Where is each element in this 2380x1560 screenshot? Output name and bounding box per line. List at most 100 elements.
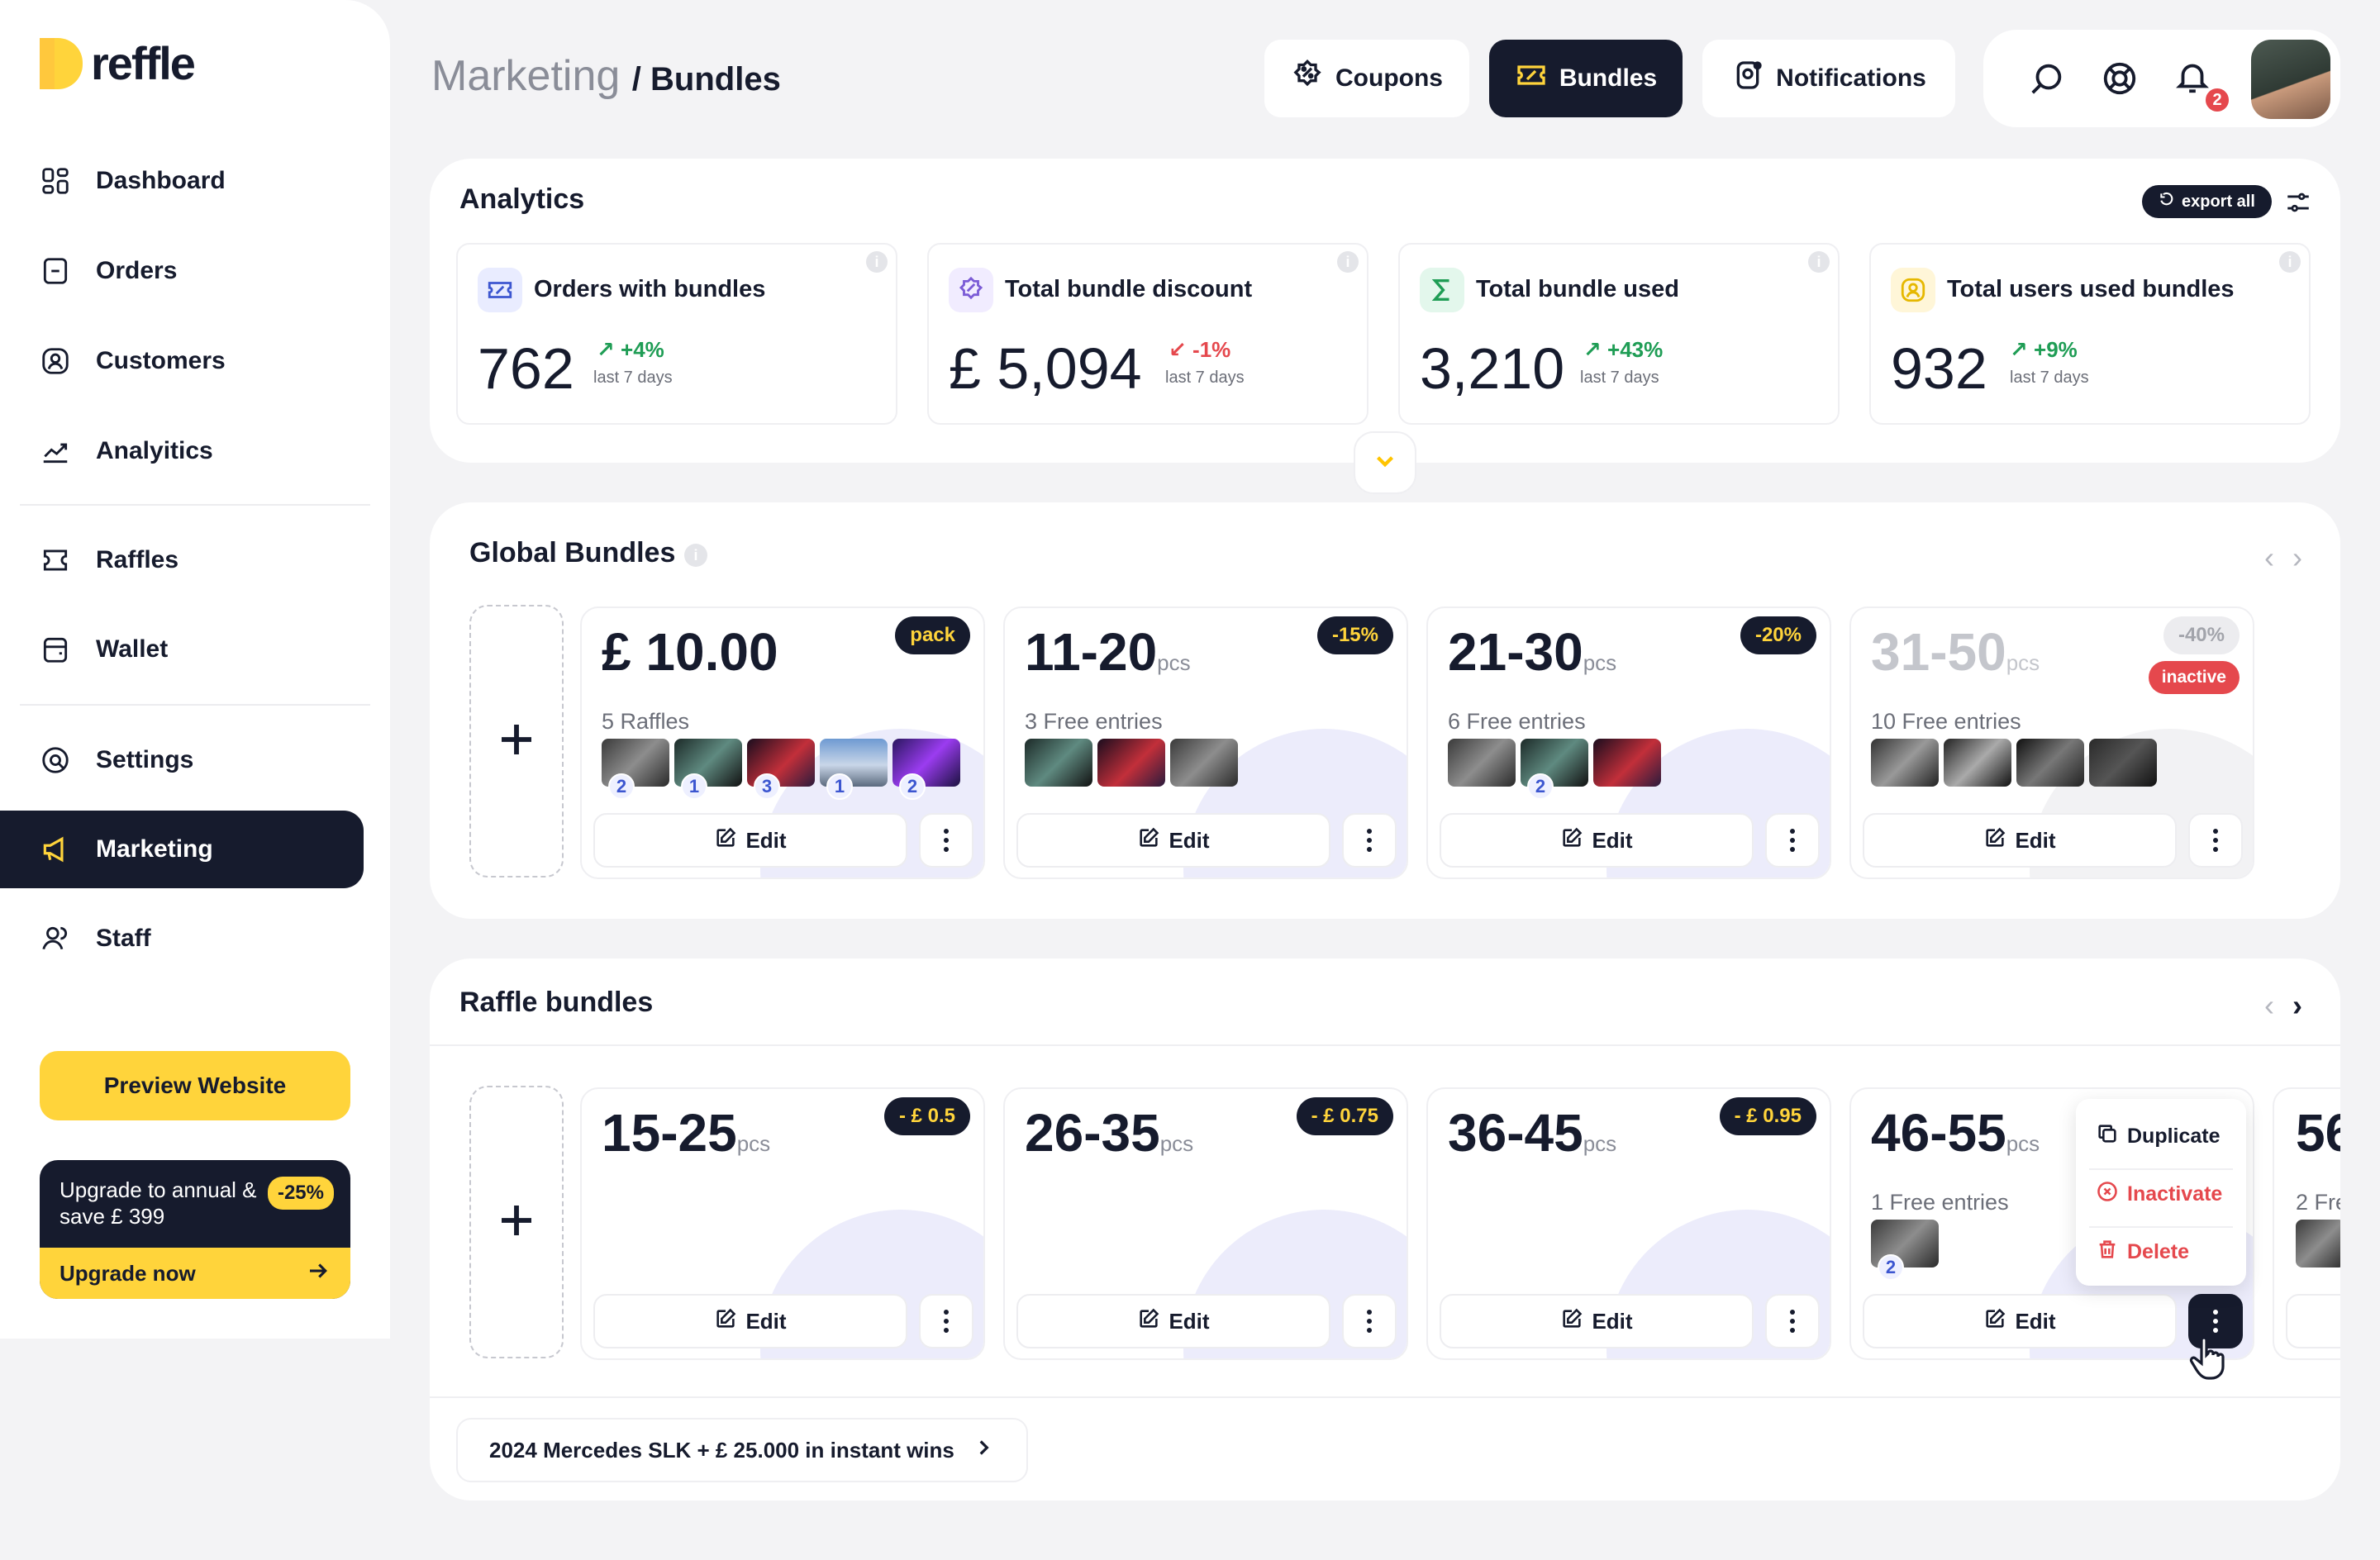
more-vertical-icon <box>1367 1310 1372 1333</box>
raffle-thumbnail[interactable] <box>2016 739 2084 787</box>
edit-button[interactable]: Edit <box>593 813 907 868</box>
expand-analytics-button[interactable] <box>1354 431 1416 494</box>
preview-website-button[interactable]: Preview Website <box>40 1051 350 1120</box>
help-icon[interactable] <box>2101 59 2139 102</box>
tab-label: Bundles <box>1559 64 1658 92</box>
edit-button[interactable]: Edit <box>1016 813 1330 868</box>
sidebar-item-dashboard[interactable]: Dashboard <box>0 142 364 220</box>
raffle-thumbnail[interactable] <box>2296 1220 2340 1268</box>
more-options-button[interactable] <box>2188 813 2243 868</box>
sidebar-item-customers[interactable]: Customers <box>0 322 364 400</box>
sidebar-item-wallet[interactable]: Wallet <box>0 611 364 688</box>
more-options-button[interactable] <box>1765 813 1820 868</box>
tab-label: Coupons <box>1335 64 1443 92</box>
menu-item-inactivate[interactable]: Inactivate <box>2096 1180 2222 1209</box>
chevron-left-icon[interactable]: ‹ <box>2264 988 2274 1023</box>
add-bundle-button[interactable] <box>469 605 564 878</box>
bundle-unit: pcs <box>1157 650 1191 675</box>
raffle-thumbnail[interactable] <box>1871 739 1939 787</box>
info-icon[interactable]: i <box>2279 251 2301 273</box>
raffle-thumbnail[interactable]: 2 <box>602 739 669 800</box>
brand-logo[interactable]: reffle <box>40 36 196 90</box>
raffle-link-chip[interactable]: 2024 Mercedes SLK + £ 25.000 in instant … <box>456 1418 1028 1482</box>
stat-delta-value: +4% <box>621 337 664 362</box>
megaphone-icon <box>40 834 71 865</box>
edit-button[interactable]: Edit <box>1863 813 2177 868</box>
raffle-thumbnail[interactable]: 1 <box>820 739 888 800</box>
sidebar-item-raffles[interactable]: Raffles <box>0 521 364 599</box>
stat-delta: ↗ +9% <box>2010 337 2078 363</box>
upgrade-now-button[interactable]: Upgrade now <box>40 1248 350 1299</box>
edit-label: Edit <box>2015 827 2056 853</box>
raffle-thumbnail[interactable]: 2 <box>892 739 960 800</box>
raffle-thumbnail[interactable] <box>1448 739 1516 787</box>
analytics-icon <box>40 435 71 467</box>
chevron-right-icon[interactable]: › <box>2292 540 2302 575</box>
raffle-thumbnail[interactable]: 2 <box>1521 739 1588 800</box>
add-raffle-bundle-button[interactable] <box>469 1086 564 1358</box>
export-all-button[interactable]: export all <box>2142 185 2272 218</box>
sidebar-item-label: Marketing <box>96 835 213 863</box>
sidebar-item-orders[interactable]: Orders <box>0 232 364 310</box>
sidebar-item-staff[interactable]: Staff <box>0 900 364 977</box>
edit-button[interactable]: Edit <box>1440 813 1754 868</box>
entry-count: 2 <box>608 773 635 800</box>
bundle-title-value: 46-55 <box>1871 1103 2006 1163</box>
raffle-thumbnail[interactable] <box>2089 739 2157 787</box>
sidebar-item-settings[interactable]: Settings <box>0 721 364 799</box>
bundle-card-inactive: 31-50pcs -40% inactive 10 Free entries E… <box>1849 606 2254 879</box>
edit-button[interactable]: Edit <box>1440 1294 1754 1348</box>
filter-settings-icon[interactable] <box>2284 188 2312 221</box>
wallet-icon <box>40 634 71 665</box>
info-icon[interactable]: i <box>1808 251 1830 273</box>
tab-bundles[interactable]: Bundles <box>1489 40 1683 117</box>
more-options-button[interactable] <box>919 813 973 868</box>
edit-button[interactable]: Edit <box>1863 1294 2177 1348</box>
info-icon[interactable]: i <box>1337 251 1359 273</box>
menu-item-delete[interactable]: Delete <box>2096 1238 2189 1267</box>
bundle-badge: - £ 0.5 <box>883 1097 970 1135</box>
breadcrumb-section[interactable]: Marketing <box>431 52 620 100</box>
raffle-bundles-title: Raffle bundles <box>459 987 654 1018</box>
tab-notifications[interactable]: Notifications <box>1702 40 1955 117</box>
info-icon[interactable]: i <box>684 544 707 567</box>
raffle-thumbnail[interactable] <box>1025 739 1092 787</box>
raffle-thumbnail[interactable] <box>1097 739 1165 787</box>
more-options-button[interactable] <box>1765 1294 1820 1348</box>
more-options-button[interactable] <box>1342 1294 1397 1348</box>
edit-button[interactable]: Edit <box>593 1294 907 1348</box>
chevron-down-icon <box>1371 447 1399 479</box>
more-vertical-icon <box>2213 1310 2218 1333</box>
trash-icon <box>2096 1238 2119 1267</box>
edit-icon <box>1560 826 1583 855</box>
bundle-badge: -15% <box>1316 616 1393 654</box>
sidebar-item-marketing[interactable]: Marketing <box>0 811 364 888</box>
raffle-thumbnail[interactable] <box>1170 739 1238 787</box>
search-icon[interactable] <box>2028 59 2066 102</box>
entry-count: 2 <box>1878 1254 1904 1281</box>
edit-button[interactable]: Edit <box>1016 1294 1330 1348</box>
chevron-right-icon <box>973 1437 994 1464</box>
menu-item-duplicate[interactable]: Duplicate <box>2096 1122 2221 1151</box>
raffle-thumbnail[interactable]: 3 <box>747 739 815 800</box>
raffle-thumbnail[interactable] <box>1593 739 1661 787</box>
raffle-thumbnail[interactable] <box>1944 739 2011 787</box>
more-options-button[interactable] <box>1342 813 1397 868</box>
hand-cursor-icon <box>2187 1335 2226 1386</box>
chevron-left-icon[interactable]: ‹ <box>2264 540 2274 575</box>
tab-coupons[interactable]: Coupons <box>1264 40 1469 117</box>
edit-button[interactable] <box>2286 1294 2340 1348</box>
avatar[interactable] <box>2251 40 2330 119</box>
sidebar-item-analytics[interactable]: Analyitics <box>0 412 364 490</box>
raffle-thumbnail[interactable]: 1 <box>674 739 742 800</box>
breadcrumb-separator: / <box>631 61 641 98</box>
stat-period: last 7 days <box>1165 369 1245 387</box>
trend-up-icon: ↗ <box>597 337 615 362</box>
raffle-link-label: 2024 Mercedes SLK + £ 25.000 in instant … <box>489 1437 954 1462</box>
more-options-button[interactable] <box>919 1294 973 1348</box>
stat-card-used: Total bundle used 3,210 ↗ +43% last 7 da… <box>1398 243 1840 425</box>
stat-value: 762 <box>478 336 574 401</box>
info-icon[interactable]: i <box>866 251 888 273</box>
chevron-right-icon[interactable]: › <box>2292 988 2302 1023</box>
raffle-thumbnail[interactable]: 2 <box>1871 1220 1939 1281</box>
